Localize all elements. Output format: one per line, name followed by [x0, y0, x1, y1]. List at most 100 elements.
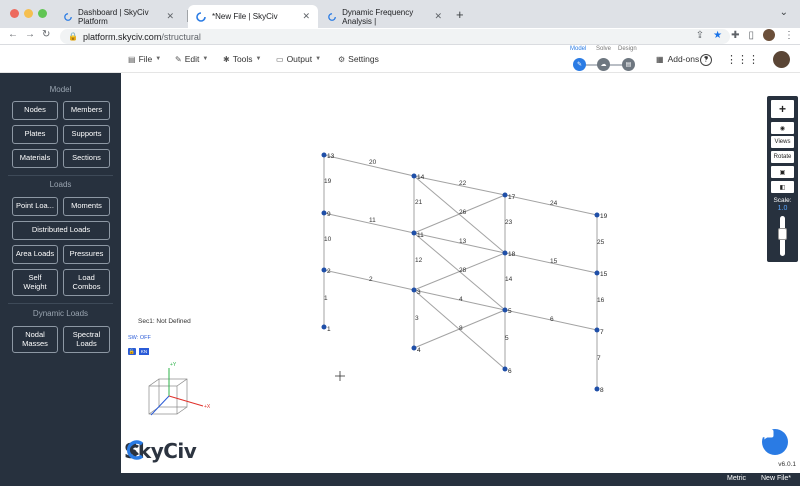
pressures-button[interactable]: Pressures: [63, 245, 110, 264]
profile-avatar[interactable]: [763, 29, 775, 41]
browser-tabstrip: Dashboard | SkyCiv Platform ✕ *New File …: [0, 0, 800, 28]
close-icon[interactable]: ✕: [434, 11, 442, 22]
svg-text:7: 7: [600, 329, 604, 336]
moments-button[interactable]: Moments: [63, 197, 110, 216]
units-status[interactable]: Metric: [727, 475, 746, 482]
spectral-loads-button[interactable]: Spectral Loads: [63, 326, 110, 353]
menu-file[interactable]: ▤ File ▼: [128, 54, 161, 64]
model-canvas[interactable]: 1 2 3 4 5 6 7 8 9 11 13 14 15 17 18 19 1…: [121, 73, 800, 473]
url-domain: platform.skyciv.com: [82, 31, 162, 42]
sections-button[interactable]: Sections: [63, 149, 110, 168]
back-arrow-icon[interactable]: ←: [8, 29, 18, 40]
self-weight-status[interactable]: SW: OFF: [128, 335, 151, 341]
svg-text:9: 9: [327, 211, 331, 218]
workflow-solve-button[interactable]: ☁: [597, 58, 610, 71]
views-button[interactable]: Views: [771, 136, 794, 148]
svg-text:12: 12: [415, 257, 423, 264]
sidepanel-icon[interactable]: ▯: [748, 30, 754, 41]
view-cube[interactable]: +Y +X: [148, 362, 211, 416]
self-weight-button[interactable]: Self Weight: [12, 269, 58, 296]
chevron-down-icon: ▼: [202, 56, 209, 62]
help-icon[interactable]: ?: [700, 53, 712, 66]
svg-text:16: 16: [597, 297, 605, 304]
menu-settings[interactable]: ⚙ Settings: [338, 54, 379, 64]
new-tab-button[interactable]: +: [456, 7, 464, 22]
svg-text:15: 15: [550, 258, 558, 265]
right-toolbar: + ◉ Views Rotate ▣ ◧ Scale: 1.0: [767, 96, 798, 262]
load-combos-button[interactable]: Load Combos: [63, 269, 110, 296]
add-button[interactable]: +: [771, 100, 794, 118]
eye-icon[interactable]: ◉: [771, 122, 794, 134]
plates-button[interactable]: Plates: [12, 125, 58, 144]
svg-text:19: 19: [324, 178, 332, 185]
svg-text:4: 4: [417, 347, 421, 354]
svg-text:11: 11: [369, 217, 376, 224]
svg-text:10: 10: [324, 236, 332, 243]
node-labels: 1 2 3 4 5 6 7 8 9 11 13 14 15 17 18 19: [327, 153, 608, 394]
canvas-toggles: 🔓 KN: [128, 348, 149, 355]
menu-output[interactable]: ▭ Output ▼: [276, 54, 321, 64]
nodes-button[interactable]: Nodes: [12, 101, 58, 120]
reload-icon[interactable]: ↻: [42, 29, 50, 40]
url-input[interactable]: 🔒 platform.skyciv.com/structural: [60, 29, 730, 44]
workflow-model-button[interactable]: ✎: [573, 58, 586, 71]
nodal-masses-button[interactable]: Nodal Masses: [12, 326, 58, 353]
svg-text:1: 1: [324, 295, 328, 302]
file-status[interactable]: New File*: [761, 475, 791, 482]
bookmark-star-icon[interactable]: ★: [713, 30, 722, 41]
minimize-window-button[interactable]: [24, 9, 33, 18]
svg-text:11: 11: [417, 232, 424, 239]
svg-text:24: 24: [550, 200, 558, 207]
structure-viewport[interactable]: 1 2 3 4 5 6 7 8 9 11 13 14 15 17 18 19 1…: [121, 73, 800, 473]
svg-text:26: 26: [459, 209, 467, 216]
skyciv-favicon-icon: [328, 12, 336, 21]
tab-dashboard[interactable]: Dashboard | SkyCiv Platform ✕: [56, 5, 182, 28]
user-avatar[interactable]: [773, 51, 790, 68]
tab-new-file[interactable]: *New File | SkyCiv ✕: [188, 5, 318, 28]
skyciv-favicon-icon: [196, 11, 206, 22]
close-icon[interactable]: ✕: [166, 11, 174, 22]
close-icon[interactable]: ✕: [302, 11, 310, 22]
chevron-down-icon: ▼: [255, 56, 262, 62]
chat-bubble-icon: [762, 429, 774, 440]
section-title-dynamic-loads: Dynamic Loads: [32, 309, 89, 318]
scale-slider-handle[interactable]: [778, 228, 787, 240]
distributed-loads-button[interactable]: Distributed Loads: [12, 221, 110, 240]
svg-text:2: 2: [327, 268, 331, 275]
workflow-stepper: Model Solve Design ✎ ☁ ▤: [568, 46, 640, 72]
workflow-design-button[interactable]: ▤: [622, 58, 635, 71]
materials-button[interactable]: Materials: [12, 149, 58, 168]
point-loads-button[interactable]: Point Loa...: [12, 197, 58, 216]
browser-actions: ⇪ ★ ✚ ▯ ⋮: [696, 29, 794, 41]
area-loads-button[interactable]: Area Loads: [12, 245, 58, 264]
lock-icon[interactable]: 🔓: [128, 348, 136, 355]
supports-button[interactable]: Supports: [63, 125, 110, 144]
cube-icon[interactable]: ◧: [771, 181, 794, 193]
chat-button[interactable]: [762, 429, 788, 455]
menu-tools[interactable]: ✱ Tools ▼: [223, 54, 262, 64]
file-icon: ▤: [128, 54, 136, 64]
kebab-menu-icon[interactable]: ⋮: [784, 30, 794, 41]
header-actions: ? ⋮⋮⋮: [700, 51, 790, 68]
members-button[interactable]: Members: [63, 101, 110, 120]
rotate-button[interactable]: Rotate: [771, 151, 794, 163]
extensions-icon[interactable]: ✚: [731, 30, 739, 41]
menu-edit[interactable]: ✎ Edit ▼: [175, 54, 208, 64]
camera-icon[interactable]: ▣: [771, 166, 794, 178]
svg-text:5: 5: [505, 335, 509, 342]
workflow-design-label: Design: [618, 46, 637, 52]
share-icon[interactable]: ⇪: [696, 30, 704, 41]
close-window-button[interactable]: [10, 9, 19, 18]
svg-text:3: 3: [415, 315, 419, 322]
menu-label: Edit: [184, 54, 200, 64]
tab-title: Dynamic Frequency Analysis |: [342, 7, 414, 26]
forward-arrow-icon[interactable]: →: [25, 29, 35, 40]
svg-text:14: 14: [417, 174, 425, 181]
apps-grid-icon[interactable]: ⋮⋮⋮: [726, 53, 759, 66]
maximize-window-button[interactable]: [38, 9, 47, 18]
menu-label: Add-ons: [667, 54, 700, 64]
address-bar: ← → ↻ 🔒 platform.skyciv.com/structural ⇪…: [0, 28, 800, 45]
tab-search-chevron-icon[interactable]: ⌄: [780, 7, 788, 18]
units-badge[interactable]: KN: [139, 348, 149, 355]
tab-dynamic-frequency[interactable]: Dynamic Frequency Analysis | ✕: [320, 5, 450, 28]
